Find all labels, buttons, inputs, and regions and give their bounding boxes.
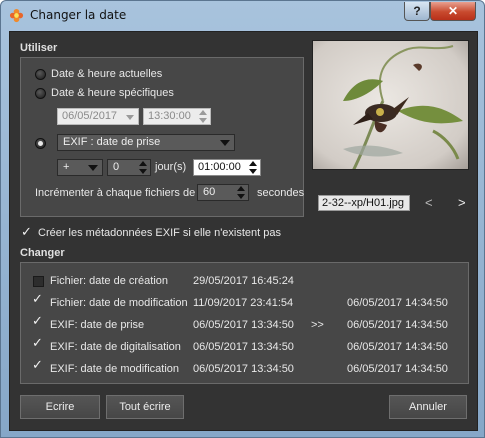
increment-unit: secondes (257, 187, 305, 199)
orchid-photo-image (313, 41, 468, 169)
specific-time-field: 13:30:00 (143, 108, 211, 125)
days-value: 0 (113, 161, 120, 173)
increment-spinner-icon[interactable] (236, 186, 246, 199)
days-spinner-icon[interactable] (138, 161, 148, 174)
increment-stepper[interactable]: 60 (197, 184, 249, 201)
row-new-date: 06/05/2017 14:34:50 (347, 297, 448, 309)
checkmark-icon: ✓ (32, 292, 43, 307)
cancel-button[interactable]: Annuler (389, 395, 467, 419)
changer-heading: Changer (20, 247, 65, 259)
row-new-date: 06/05/2017 14:34:50 (347, 341, 448, 353)
row-checkbox[interactable] (33, 276, 44, 287)
row-label: Fichier: date de modification (50, 297, 188, 309)
row-current-date: 29/05/2017 16:45:24 (193, 275, 294, 287)
row-current-date: 06/05/2017 13:34:50 (193, 341, 294, 353)
row-current-date: 06/05/2017 13:34:50 (193, 319, 294, 331)
increment-label: Incrémenter à chaque fichiers de (35, 187, 196, 199)
increment-value: 60 (203, 186, 216, 198)
chevron-down-icon (220, 140, 230, 146)
row-label: Fichier: date de création (50, 275, 169, 287)
row-label: EXIF: date de prise (50, 319, 145, 331)
exif-source-select[interactable]: EXIF : date de prise (57, 134, 235, 151)
row-label: EXIF: date de modification (50, 363, 180, 375)
window-title: Changer la date (30, 8, 127, 22)
checkmark-icon: ✓ (32, 336, 43, 351)
row-current-date: 06/05/2017 13:34:50 (193, 363, 294, 375)
exif-source-value: EXIF : date de prise (63, 136, 161, 148)
preview-filename: 2-32--xp/H01.jpg (318, 195, 410, 211)
next-image-button[interactable]: > (458, 195, 466, 210)
days-label: jour(s) (155, 161, 187, 173)
dialog-client-area: Utiliser Date & heure actuelles Date & h… (9, 31, 478, 431)
date-dropdown-icon (126, 115, 134, 120)
help-button[interactable]: ? (404, 2, 430, 21)
row-checkbox[interactable]: ✓ (32, 315, 44, 331)
offset-spinner-icon[interactable] (248, 161, 258, 174)
row-checkbox[interactable]: ✓ (32, 293, 44, 309)
title-bar[interactable]: Changer la date ? ✕ (1, 1, 484, 31)
create-exif-label: Créer les métadonnées EXIF si elle n'exi… (38, 227, 281, 239)
radio-exif-source[interactable] (35, 138, 46, 149)
apply-arrow-label: >> (311, 319, 324, 331)
days-stepper[interactable]: 0 (107, 159, 151, 176)
operator-select[interactable]: + (57, 159, 103, 176)
specific-date-field: 06/05/2017 (57, 108, 139, 125)
specific-date-value: 06/05/2017 (62, 110, 118, 122)
write-all-button[interactable]: Tout écrire (106, 395, 184, 419)
radio-specific-label: Date & heure spécifiques (51, 87, 174, 99)
checkmark-icon: ✓ (32, 358, 43, 373)
offset-time-field[interactable]: 01:00:00 (193, 159, 261, 176)
changer-panel: Fichier: date de création 29/05/2017 16:… (20, 262, 469, 384)
radio-specific-datetime[interactable] (35, 88, 46, 99)
checkmark-icon: ✓ (21, 225, 32, 240)
offset-time-value: 01:00:00 (198, 161, 241, 173)
photo-preview (312, 40, 469, 170)
write-button[interactable]: Ecrire (20, 395, 100, 419)
chevron-down-icon (88, 165, 98, 171)
create-exif-checkbox[interactable]: ✓ (21, 225, 33, 240)
utiliser-panel: Date & heure actuelles Date & heure spéc… (20, 57, 304, 217)
utiliser-heading: Utiliser (20, 42, 58, 54)
row-new-date: 06/05/2017 14:34:50 (347, 319, 448, 331)
row-label: EXIF: date de digitalisation (50, 341, 181, 353)
row-current-date: 11/09/2017 23:41:54 (193, 297, 294, 309)
row-checkbox[interactable]: ✓ (32, 337, 44, 353)
close-button[interactable]: ✕ (430, 2, 476, 21)
operator-value: + (63, 161, 70, 173)
radio-current-label: Date & heure actuelles (51, 68, 163, 80)
time-spinner-icon (198, 110, 208, 123)
dialog-window: Changer la date ? ✕ Utiliser Date & heur… (0, 0, 485, 438)
checkmark-icon: ✓ (32, 314, 43, 329)
specific-time-value: 13:30:00 (148, 110, 191, 122)
row-checkbox[interactable]: ✓ (32, 359, 44, 375)
previous-image-button[interactable]: < (425, 195, 433, 210)
row-new-date: 06/05/2017 14:34:50 (347, 363, 448, 375)
app-flower-icon (9, 8, 24, 23)
radio-current-datetime[interactable] (35, 69, 46, 80)
